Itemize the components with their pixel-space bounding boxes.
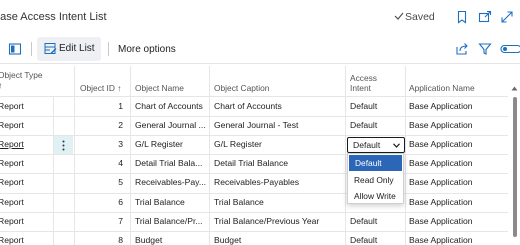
header-divider [0, 96, 508, 97]
cell-object-type: Report [0, 177, 24, 188]
column-header-object-id[interactable]: Object ID ↑ [80, 83, 121, 93]
sort-ascending-icon: ↑ [0, 80, 3, 90]
filter-icon[interactable] [478, 42, 492, 56]
row-divider [0, 230, 508, 232]
cell-object-id: 5 [118, 177, 123, 188]
cell-application-name: Base Application [409, 158, 473, 169]
cell-object-name: Budget [135, 234, 163, 245]
cell-object-name: General Journal ... [135, 120, 206, 131]
access-intent-dropdown-list: Default Read Only Allow Write [347, 153, 404, 204]
dropdown-option-read-only[interactable]: Read Only [348, 172, 403, 188]
cell-object-id: 3 [118, 139, 123, 150]
cell-object-caption: G/L Register [214, 139, 262, 150]
column-header-label: Intent [350, 83, 371, 93]
checkmark-icon [394, 12, 404, 20]
row-divider [0, 135, 508, 137]
column-divider [130, 66, 131, 245]
cell-object-id: 7 [118, 215, 123, 226]
cell-object-id: 1 [118, 101, 123, 111]
row-divider [0, 211, 508, 213]
saved-status: Saved [394, 11, 435, 23]
share-icon[interactable] [455, 42, 469, 56]
column-header-object-caption[interactable]: Object Caption [214, 83, 269, 93]
column-header-object-type[interactable]: Object Type ↑ [0, 70, 43, 90]
vertical-dots-icon [62, 140, 65, 151]
access-intent-select-value: Default [353, 140, 381, 150]
cell-access-intent: Default [350, 215, 378, 226]
row-divider [0, 116, 508, 118]
dropdown-option-allow-write[interactable]: Allow Write [348, 188, 403, 204]
open-in-new-window-icon[interactable] [478, 10, 492, 24]
cell-object-name: Trial Balance/Pr... [135, 215, 203, 226]
toggle-icon[interactable] [500, 42, 520, 56]
cell-application-name: Base Application [409, 177, 473, 188]
column-divider [53, 96, 54, 245]
edit-list-icon [44, 43, 57, 54]
cell-object-caption: Trial Balance [214, 196, 264, 207]
cell-object-id: 4 [118, 158, 123, 169]
cell-object-type: Report [0, 215, 24, 226]
cell-object-name: Trial Balance [135, 196, 185, 207]
cell-object-name: Receivables-Pay... [135, 177, 207, 188]
cell-object-type: Report [0, 196, 24, 207]
separator [108, 42, 109, 56]
dropdown-option-default[interactable]: Default [349, 155, 402, 171]
cell-application-name: Base Application [409, 196, 473, 207]
cell-object-name: Chart of Accounts [135, 101, 203, 111]
cell-application-name: Base Application [409, 139, 473, 150]
cell-application-name: Base Application [409, 234, 473, 245]
cell-object-caption: General Journal - Test [214, 120, 299, 131]
cell-object-type: Report [0, 120, 24, 131]
cell-object-caption: Budget [214, 234, 242, 245]
page-title: base Access Intent List [0, 11, 107, 23]
chevron-down-icon [393, 143, 400, 148]
cell-object-caption: Receivables-Payables [214, 177, 300, 188]
column-divider [74, 66, 75, 245]
column-divider [345, 66, 346, 245]
column-header-label: Object Type [0, 70, 43, 80]
cell-access-intent: Default [350, 101, 378, 111]
cell-object-type: Report [0, 101, 24, 111]
cell-object-type: Report [0, 158, 24, 169]
cell-application-name: Base Application [409, 101, 473, 111]
column-header-access-intent[interactable]: Access Intent [350, 73, 377, 93]
edit-list-label: Edit List [59, 43, 95, 54]
cell-object-type: Report [0, 234, 24, 245]
title-bar: base Access Intent List Saved [0, 0, 520, 34]
row-divider [0, 154, 508, 156]
access-intent-select[interactable]: Default [347, 137, 405, 153]
saved-label: Saved [405, 11, 435, 23]
cell-object-caption: Chart of Accounts [214, 101, 282, 111]
cell-object-caption: Detail Trial Balance [214, 158, 289, 169]
cell-object-name: Detail Trial Bala... [135, 158, 203, 169]
column-header-object-name[interactable]: Object Name [135, 83, 184, 93]
scroll-up-arrow-icon[interactable] [511, 86, 518, 91]
row-divider [0, 192, 508, 194]
cell-object-id: 2 [118, 120, 123, 131]
cell-application-name: Base Application [409, 215, 473, 226]
separator [31, 42, 32, 56]
page-view-icon[interactable] [8, 42, 22, 56]
cell-object-caption: Trial Balance/Previous Year [214, 215, 320, 226]
edit-list-button[interactable]: Edit List [37, 37, 101, 61]
cell-object-type[interactable]: Report [0, 138, 50, 150]
expand-icon[interactable] [500, 10, 514, 24]
cell-object-id: 8 [118, 234, 123, 245]
vertical-scrollbar-thumb[interactable] [513, 97, 517, 237]
more-options-button[interactable]: More options [118, 44, 176, 55]
action-bar: Edit List More options [0, 34, 520, 64]
cell-object-id: 6 [118, 196, 123, 207]
column-divider [209, 66, 210, 245]
column-header-application-name[interactable]: Application Name [409, 83, 475, 93]
column-divider [405, 66, 406, 245]
bookmark-icon[interactable] [455, 10, 469, 24]
cell-object-name: G/L Register [135, 139, 183, 150]
row-actions-button[interactable] [54, 136, 73, 154]
row-divider [0, 173, 508, 175]
cell-application-name: Base Application [409, 120, 473, 131]
column-header-label: Access [350, 73, 377, 83]
cell-access-intent: Default [350, 120, 378, 131]
cell-access-intent: Default [350, 234, 378, 245]
